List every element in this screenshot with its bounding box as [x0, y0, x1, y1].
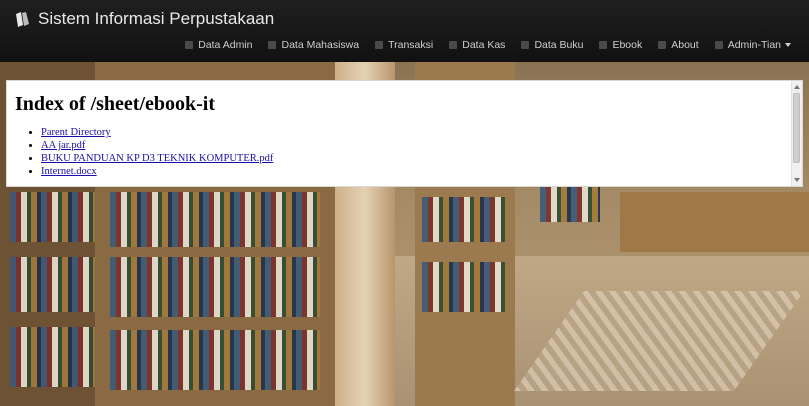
books-row	[110, 330, 320, 390]
nav-label: Data Buku	[534, 39, 584, 51]
list-item: BUKU PANDUAN KP D3 TEKNIK KOMPUTER.pdf	[41, 152, 792, 165]
scroll-thumb[interactable]	[793, 93, 800, 163]
list-item: Parent Directory	[41, 126, 792, 139]
document-icon	[268, 41, 277, 49]
columns-icon	[449, 41, 458, 49]
nav-item-data-admin[interactable]: Data Admin	[185, 39, 252, 51]
books-row	[422, 262, 507, 312]
nav-item-data-kas[interactable]: Data Kas	[449, 39, 505, 51]
nav-label: About	[671, 39, 699, 51]
nav-label: Data Mahasiswa	[281, 39, 360, 51]
file-link[interactable]: BUKU PANDUAN KP D3 TEKNIK KOMPUTER.pdf	[41, 153, 273, 164]
books-row	[110, 192, 320, 247]
books-row	[110, 257, 320, 317]
file-link[interactable]: Parent Directory	[41, 127, 111, 138]
nav-label: Data Admin	[198, 39, 253, 51]
books-row	[422, 197, 507, 242]
nav-item-data-mahasiswa[interactable]: Data Mahasiswa	[268, 39, 359, 51]
main-nav: Data Admin Data Mahasiswa Transaksi Data…	[169, 37, 791, 53]
nav-item-user-menu[interactable]: Admin-Tian	[714, 39, 791, 51]
nav-label: Admin-Tian	[727, 39, 781, 51]
nav-label: Data Kas	[462, 39, 506, 51]
scroll-down-arrow-icon[interactable]	[794, 178, 800, 182]
brand[interactable]: Sistem Informasi Perpustakaan	[14, 8, 274, 30]
nav-label: Transaksi	[388, 39, 434, 51]
list-icon	[521, 41, 530, 49]
nav-item-data-buku[interactable]: Data Buku	[521, 39, 583, 51]
reading-desks	[620, 192, 809, 252]
file-link[interactable]: Internet.docx	[41, 166, 97, 177]
page-title: Index of /sheet/ebook-it	[15, 93, 215, 115]
directory-listing: Index of /sheet/ebook-it Parent Director…	[7, 81, 792, 186]
caret-down-icon	[785, 43, 791, 47]
ebook-frame: Index of /sheet/ebook-it Parent Director…	[6, 80, 803, 187]
nav-item-about[interactable]: About	[658, 39, 699, 51]
file-list: Parent Directory AA jar.pdf BUKU PANDUAN…	[15, 126, 792, 178]
scroll-up-arrow-icon[interactable]	[794, 85, 800, 89]
books-row	[540, 182, 600, 222]
nav-item-ebook[interactable]: Ebook	[599, 39, 642, 51]
user-icon	[714, 41, 723, 49]
grid-icon	[375, 41, 384, 49]
books-icon	[16, 12, 29, 27]
brand-title: Sistem Informasi Perpustakaan	[38, 9, 275, 28]
list-item: AA jar.pdf	[41, 139, 792, 152]
pencil-icon	[185, 41, 194, 49]
file-link[interactable]: AA jar.pdf	[41, 140, 85, 151]
nav-label: Ebook	[612, 39, 643, 51]
nav-item-transaksi[interactable]: Transaksi	[375, 39, 433, 51]
top-navbar: Sistem Informasi Perpustakaan Data Admin…	[0, 0, 809, 62]
list-item: Internet.docx	[41, 165, 792, 178]
vertical-scrollbar[interactable]	[791, 81, 802, 186]
book-icon	[599, 41, 608, 49]
home-icon	[658, 41, 667, 49]
